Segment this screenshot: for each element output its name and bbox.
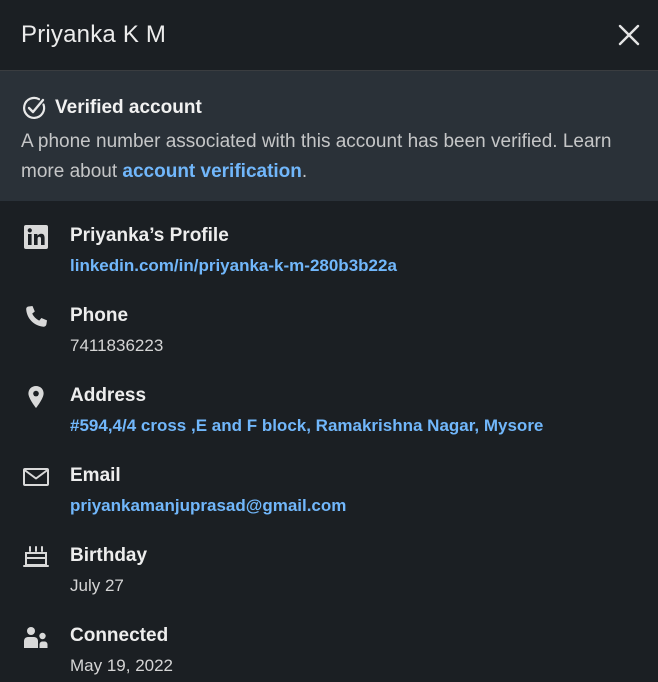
phone-icon xyxy=(22,303,50,331)
verified-banner: Verified account A phone number associat… xyxy=(0,71,658,201)
email-link[interactable]: priyankamanjuprasad@gmail.com xyxy=(70,491,658,521)
connected-value: May 19, 2022 xyxy=(70,656,174,675)
email-section: Email priyankamanjuprasad@gmail.com xyxy=(0,461,658,541)
location-pin-icon xyxy=(22,383,50,411)
phone-section: Phone 7411836223 xyxy=(0,301,658,381)
modal-header: Priyanka K M xyxy=(0,0,658,71)
address-section: Address #594,4/4 cross ,E and F block, R… xyxy=(0,381,658,461)
account-verification-link[interactable]: account verification xyxy=(122,161,302,182)
profile-section: Priyanka’s Profile linkedin.com/in/priya… xyxy=(0,221,658,301)
close-icon xyxy=(618,24,640,46)
birthday-value: July 27 xyxy=(70,576,124,595)
address-label: Address xyxy=(70,385,147,406)
birthday-section: Birthday July 27 xyxy=(0,541,658,621)
verified-check-icon xyxy=(23,96,46,119)
connected-section: Connected May 19, 2022 xyxy=(0,621,658,682)
verified-text: A phone number associated with this acco… xyxy=(21,131,612,182)
phone-label: Phone xyxy=(70,305,129,326)
cake-icon xyxy=(22,543,50,571)
modal-title: Priyanka K M xyxy=(21,21,167,48)
verified-description: A phone number associated with this acco… xyxy=(21,127,638,187)
contact-sections: Priyanka’s Profile linkedin.com/in/priya… xyxy=(0,201,658,682)
email-label: Email xyxy=(70,465,121,486)
profile-link[interactable]: linkedin.com/in/priyanka-k-m-280b3b22a xyxy=(70,251,658,281)
verified-text-end: . xyxy=(301,161,308,182)
linkedin-icon xyxy=(22,223,50,251)
birthday-label: Birthday xyxy=(70,545,148,566)
verified-title: Verified account xyxy=(55,97,202,118)
connected-label: Connected xyxy=(70,625,169,646)
people-icon xyxy=(22,623,50,651)
contact-info-modal: Priyanka K M Verified account A phone nu… xyxy=(0,0,658,682)
address-link[interactable]: #594,4/4 cross ,E and F block, Ramakrish… xyxy=(70,411,658,441)
phone-value: 7411836223 xyxy=(70,336,164,355)
envelope-icon xyxy=(22,463,50,491)
profile-label: Priyanka’s Profile xyxy=(70,225,229,246)
close-button[interactable] xyxy=(614,20,644,50)
